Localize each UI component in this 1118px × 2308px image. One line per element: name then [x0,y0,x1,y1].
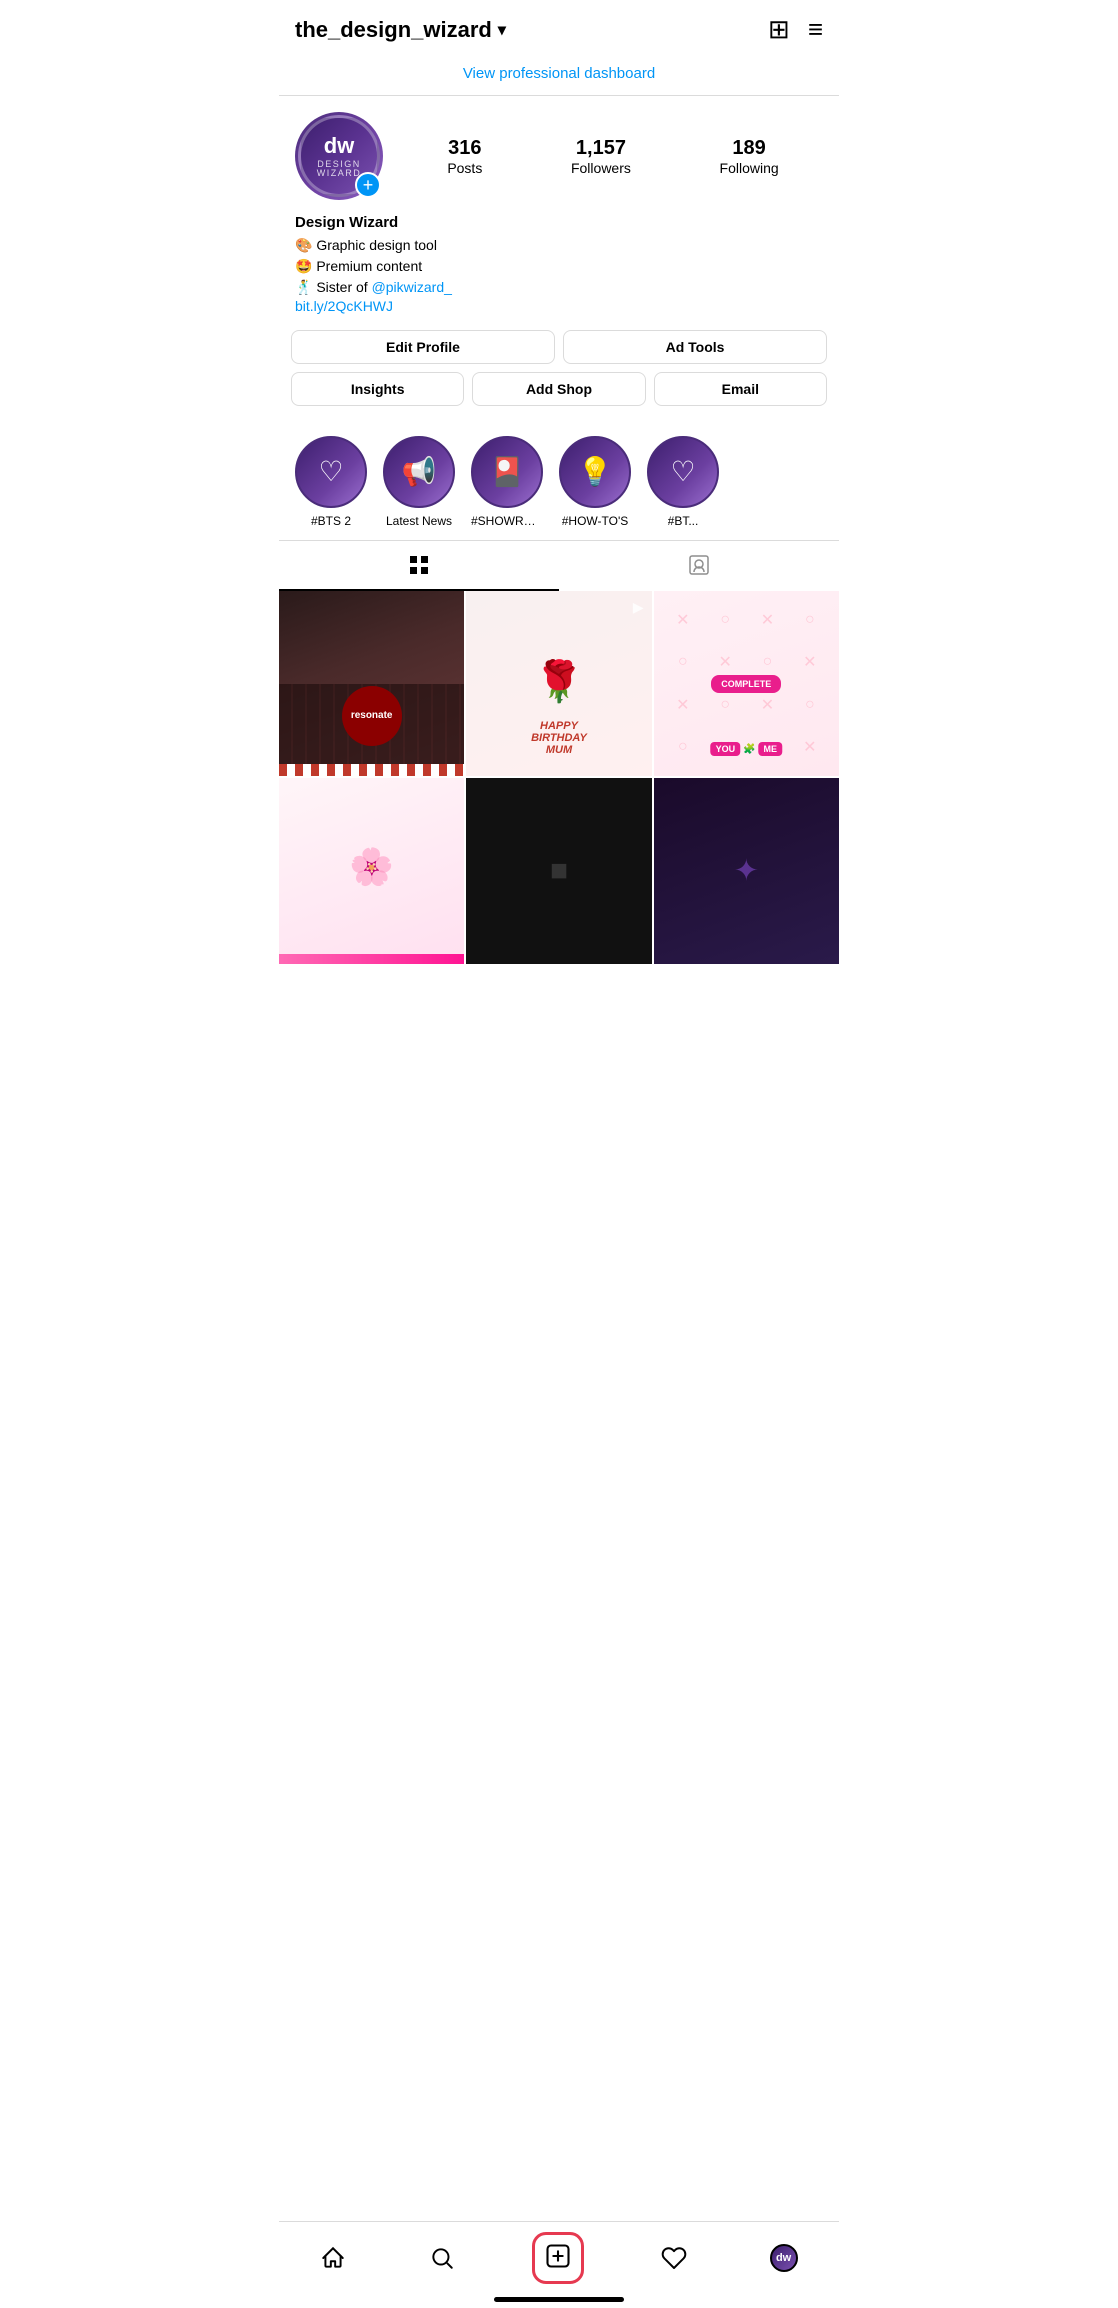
post-item[interactable]: ■ [466,778,651,963]
stats-row: 316 Posts 1,157 Followers 189 Following [403,137,823,176]
nav-profile-avatar: dw [770,2244,798,2272]
highlight-showreel[interactable]: 🎴 #SHOWREEL [471,436,543,528]
post-item[interactable]: 🌸 [279,778,464,963]
purple-post-icon: ✦ [734,853,759,888]
create-plus-icon [544,2242,572,2275]
avatar-initials: dw [324,133,355,158]
grid-icon [407,553,431,577]
megaphone-highlight-icon: 📢 [402,458,437,486]
stripe-decoration [279,764,464,776]
gradient-bar [279,954,464,964]
highlight-latest-news-label: Latest News [386,514,452,528]
heart-highlight-icon: ♡ [318,458,343,486]
flower-decoration: 🌸 [349,846,394,888]
bottom-navigation: dw [279,2221,839,2308]
post-item[interactable]: ✕ ○ ✕ ○ ○ ✕ ○ ✕ ✕ ○ ✕ ○ ○ ✕ ○ ✕ COMPLETE… [654,591,839,776]
nav-activity[interactable] [655,2239,693,2277]
following-label: Following [720,160,779,176]
profile-top-row: dw DESIGN WIZARD + 316 Posts 1,157 Follo… [295,112,823,200]
tab-grid[interactable] [279,541,559,591]
nav-home[interactable] [314,2239,352,2277]
birthday-text: HAPPYBIRTHDAYMUM [531,720,587,756]
bulb-highlight-icon: 💡 [578,458,613,486]
nav-profile[interactable]: dw [764,2238,804,2278]
insights-button[interactable]: Insights [291,372,464,406]
action-buttons: Edit Profile Ad Tools Insights Add Shop … [279,330,839,428]
cards-highlight-icon: 🎴 [490,458,525,486]
pro-dashboard-link[interactable]: View professional dashboard [463,65,655,82]
highlight-bt-label: #BT... [668,514,699,528]
post-item[interactable]: ▶ 🌹 HAPPYBIRTHDAYMUM [466,591,651,776]
highlight-bt[interactable]: ♡ #BT... [647,436,719,528]
username-dropdown[interactable]: the_design_wizard ▾ [295,17,506,43]
add-story-button[interactable]: + [355,172,381,198]
post-item[interactable]: ✦ [654,778,839,963]
button-row-1: Edit Profile Ad Tools [291,330,827,364]
highlight-latest-news[interactable]: 📢 Latest News [383,436,455,528]
nav-search[interactable] [423,2239,461,2277]
pikwizard-link[interactable]: @pikwizard_ [372,279,452,295]
highlight-howtos[interactable]: 💡 #HOW-TO'S [559,436,631,528]
new-post-icon[interactable]: ⊞ [768,14,790,45]
bottom-spacer [279,964,839,1054]
nav-create-button[interactable] [532,2232,584,2284]
posts-label: Posts [447,160,482,176]
email-button[interactable]: Email [654,372,827,406]
highlight-bts2[interactable]: ♡ #BTS 2 [295,436,367,528]
tagged-icon [687,553,711,577]
search-icon [429,2245,455,2271]
home-icon [320,2245,346,2271]
highlight-howtos-label: #HOW-TO'S [562,514,629,528]
highlight-bts2-label: #BTS 2 [311,514,351,528]
website-link[interactable]: bit.ly/2QcKHWJ [295,298,393,314]
followers-count: 1,157 [576,137,626,160]
followers-stat[interactable]: 1,157 Followers [571,137,631,176]
menu-icon[interactable]: ≡ [808,14,823,45]
following-stat[interactable]: 189 Following [720,137,779,176]
highlights-row: ♡ #BTS 2 📢 Latest News 🎴 #SHOWREEL 💡 #HO… [279,428,839,540]
ad-tools-button[interactable]: Ad Tools [563,330,827,364]
posts-count: 316 [448,137,481,160]
home-indicator [494,2297,624,2302]
following-count: 189 [732,137,765,160]
bio-line-3: 🕺 Sister of @pikwizard_ [295,277,823,298]
bio-section: Design Wizard 🎨 Graphic design tool 🤩 Pr… [279,214,839,330]
reels-icon: ▶ [633,599,644,616]
button-row-2: Insights Add Shop Email [291,372,827,406]
resonate-label: resonate [342,686,402,746]
tab-tagged[interactable] [559,541,839,591]
puzzle-complete-badge: COMPLETE [711,675,781,693]
heart-rose-decoration: 🌹 [534,658,584,705]
posts-grid: resonate ▶ 🌹 HAPPYBIRTHDAYMUM ✕ ○ ✕ ○ ○ … [279,591,839,964]
pro-dashboard-banner: View professional dashboard [279,55,839,96]
posts-stat[interactable]: 316 Posts [447,137,482,176]
add-shop-button[interactable]: Add Shop [472,372,645,406]
bio-line-1: 🎨 Graphic design tool [295,235,823,256]
edit-profile-button[interactable]: Edit Profile [291,330,555,364]
content-tab-bar [279,540,839,591]
header-actions: ⊞ ≡ [768,14,823,45]
profile-section: dw DESIGN WIZARD + 316 Posts 1,157 Follo… [279,96,839,200]
app-header: the_design_wizard ▾ ⊞ ≡ [279,0,839,55]
dark-post-icon: ■ [550,854,568,888]
post-item[interactable]: resonate [279,591,464,776]
heart2-highlight-icon: ♡ [670,458,695,486]
followers-label: Followers [571,160,631,176]
highlight-showreel-label: #SHOWREEL [471,514,543,528]
profile-name: Design Wizard [295,214,823,231]
avatar-wrapper[interactable]: dw DESIGN WIZARD + [295,112,383,200]
heart-icon [661,2245,687,2271]
bio-line-2: 🤩 Premium content [295,256,823,277]
username-text: the_design_wizard [295,17,492,43]
chevron-down-icon: ▾ [498,20,506,40]
you-me-label: YOU 🧩 ME [711,742,782,756]
